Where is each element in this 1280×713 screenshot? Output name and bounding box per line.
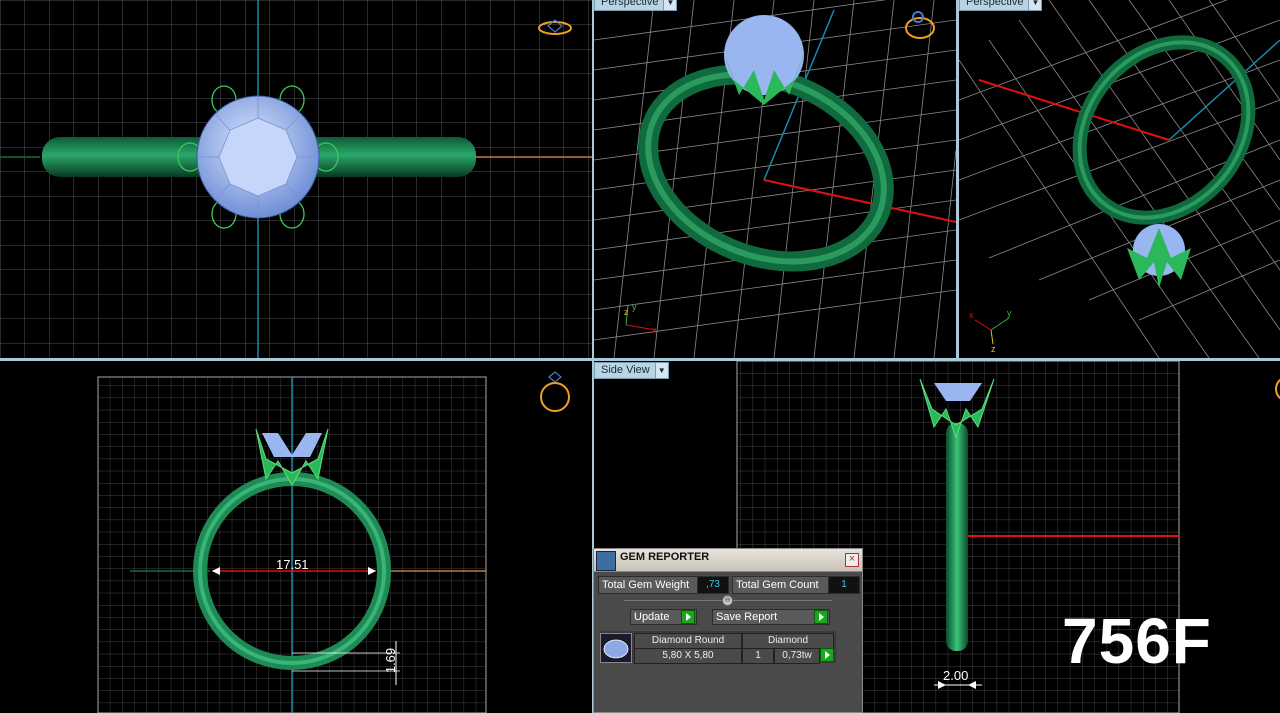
ring-orientation-icon [540, 371, 570, 412]
gem-material: Diamond [742, 633, 834, 649]
perspective-canvas-1: x y z [594, 0, 956, 358]
svg-text:y: y [632, 302, 637, 312]
save-report-button[interactable]: Save Report [712, 609, 830, 625]
play-icon[interactable] [820, 648, 834, 662]
viewport-front[interactable]: 17.51 1.69 [0, 361, 592, 713]
chevron-down-icon[interactable]: ▼ [654, 363, 668, 378]
gem-name: Diamond Round [634, 633, 742, 649]
save-report-label: Save Report [716, 611, 778, 623]
collapse-toggle-icon[interactable]: ⊖ [722, 595, 733, 606]
chevron-down-icon[interactable]: ▼ [1028, 0, 1042, 10]
axis-gizmo: x y z [624, 302, 657, 335]
svg-text:x: x [652, 325, 657, 335]
top-view-canvas [0, 0, 592, 358]
round-diamond-icon [600, 633, 632, 663]
front-view-canvas [97, 371, 570, 713]
band-width-dimension: 2.00 [943, 668, 969, 683]
close-icon[interactable]: × [845, 553, 859, 567]
viewport-label[interactable]: Perspective ▼ [594, 0, 678, 11]
total-gem-count-value: 1 [828, 576, 860, 594]
total-gem-weight-label: Total Gem Weight [598, 576, 698, 594]
viewport-perspective-2[interactable]: y x z Perspective ▼ [959, 0, 1280, 358]
play-icon [681, 610, 695, 624]
viewport-divider-vertical-2[interactable] [956, 0, 959, 358]
perspective-canvas-2: y x z [959, 0, 1280, 358]
ring-orientation-icon [1275, 378, 1280, 400]
viewport-perspective-1[interactable]: x y z Perspective ▼ [594, 0, 956, 358]
axis-gizmo: y x z [969, 308, 1012, 354]
svg-text:x: x [969, 310, 974, 320]
gem-reporter-panel: GEM REPORTER × Total Gem Weight ,73 Tota… [593, 548, 863, 713]
total-gem-count-label: Total Gem Count [732, 576, 830, 594]
chevron-down-icon[interactable]: ▼ [663, 0, 677, 10]
viewport-divider-horizontal[interactable] [0, 358, 1280, 361]
svg-text:z: z [624, 307, 629, 317]
gem-size: 5,80 X 5,80 [634, 648, 742, 664]
viewport-label[interactable]: Side View ▼ [594, 362, 669, 379]
inner-diameter-dimension: 17.51 [276, 557, 309, 572]
play-icon [814, 610, 828, 624]
update-label: Update [634, 611, 670, 623]
svg-text:z: z [991, 344, 996, 354]
ring-shank-shape [946, 423, 968, 651]
total-gem-weight-value: ,73 [697, 576, 729, 594]
gem-count: 1 [742, 648, 774, 664]
gem-weight: 0,73tw [774, 648, 820, 664]
gem-list-item[interactable]: Diamond Round Diamond 5,80 X 5,80 1 0,73… [600, 631, 836, 664]
svg-text:y: y [1007, 308, 1012, 318]
viewport-top[interactable] [0, 0, 592, 358]
model-code-label: 756F [1062, 605, 1212, 677]
panel-title: GEM REPORTER [620, 551, 710, 563]
viewport-label-text: Perspective [966, 0, 1024, 8]
update-button[interactable]: Update [630, 609, 697, 625]
band-thickness-dimension: 1.69 [383, 647, 399, 674]
panel-titlebar[interactable]: GEM REPORTER × [594, 549, 862, 572]
viewport-label-text: Perspective [601, 0, 659, 8]
viewport-label-text: Side View [601, 364, 650, 376]
gem-reporter-icon [596, 551, 616, 571]
viewport-label[interactable]: Perspective ▼ [959, 0, 1043, 11]
